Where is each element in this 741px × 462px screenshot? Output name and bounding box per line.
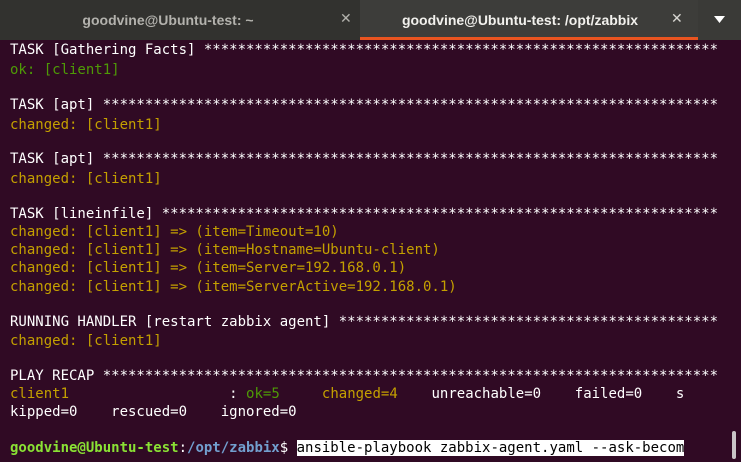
scrollbar[interactable]	[732, 431, 736, 459]
recap-ok: ok=5	[246, 386, 280, 402]
output-line: PLAY RECAP *****************************…	[10, 368, 719, 384]
tab-title: goodvine@Ubuntu-test: ~	[82, 12, 254, 28]
output-line: ok: [client1]	[10, 62, 120, 78]
recap-line: client1 : ok=5 changed=4 unreachable=0 f…	[10, 385, 684, 403]
recap-separator: :	[69, 386, 247, 402]
output-line: changed: [client1]	[10, 333, 162, 349]
prompt-dollar: $	[279, 440, 297, 456]
output-line: TASK [apt] *****************************…	[10, 151, 719, 167]
chevron-down-icon	[714, 16, 725, 23]
command-input[interactable]: ansible-playbook zabbix-agent.yaml --ask…	[296, 440, 685, 456]
recap-line: kipped=0 rescued=0 ignored=0	[10, 404, 297, 420]
terminal-output[interactable]: TASK [Gathering Facts] *****************…	[0, 40, 741, 462]
output-line: changed: [client1]	[10, 117, 162, 133]
prompt-line[interactable]: goodvine@Ubuntu-test:/opt/zabbix$ ansibl…	[10, 439, 685, 457]
prompt-user-host: goodvine@Ubuntu-test	[10, 440, 179, 456]
tab-home[interactable]: goodvine@Ubuntu-test: ~ ✕	[0, 0, 360, 40]
output-line: changed: [client1] => (item=Timeout=10)	[10, 224, 339, 240]
output-line: changed: [client1] => (item=Server=192.1…	[10, 260, 407, 276]
prompt-colon: :	[178, 440, 188, 456]
recap-rest: unreachable=0 failed=0 s	[431, 386, 685, 402]
output-line: TASK [lineinfile] **********************…	[10, 206, 719, 222]
output-line: changed: [client1] => (item=Hostname=Ubu…	[10, 242, 440, 258]
close-icon[interactable]: ✕	[671, 10, 683, 28]
recap-changed: changed=4	[321, 386, 398, 402]
tab-title: goodvine@Ubuntu-test: /opt/zabbix	[401, 12, 639, 28]
terminal-window: goodvine@Ubuntu-test: ~ ✕ goodvine@Ubunt…	[0, 0, 741, 462]
output-line: TASK [apt] *****************************…	[10, 97, 719, 113]
tab-opt-zabbix[interactable]: goodvine@Ubuntu-test: /opt/zabbix ✕	[360, 0, 698, 40]
prompt-path: /opt/zabbix	[187, 440, 280, 456]
tabs-menu-button[interactable]	[698, 0, 741, 40]
output-line: changed: [client1] => (item=ServerActive…	[10, 279, 457, 295]
recap-host: client1	[10, 386, 70, 402]
output-line: changed: [client1]	[10, 171, 162, 187]
output-line: TASK [Gathering Facts] *****************…	[10, 42, 719, 58]
output-line: RUNNING HANDLER [restart zabbix agent] *…	[10, 314, 719, 330]
close-icon[interactable]: ✕	[340, 10, 352, 28]
tab-bar: goodvine@Ubuntu-test: ~ ✕ goodvine@Ubunt…	[0, 0, 741, 40]
